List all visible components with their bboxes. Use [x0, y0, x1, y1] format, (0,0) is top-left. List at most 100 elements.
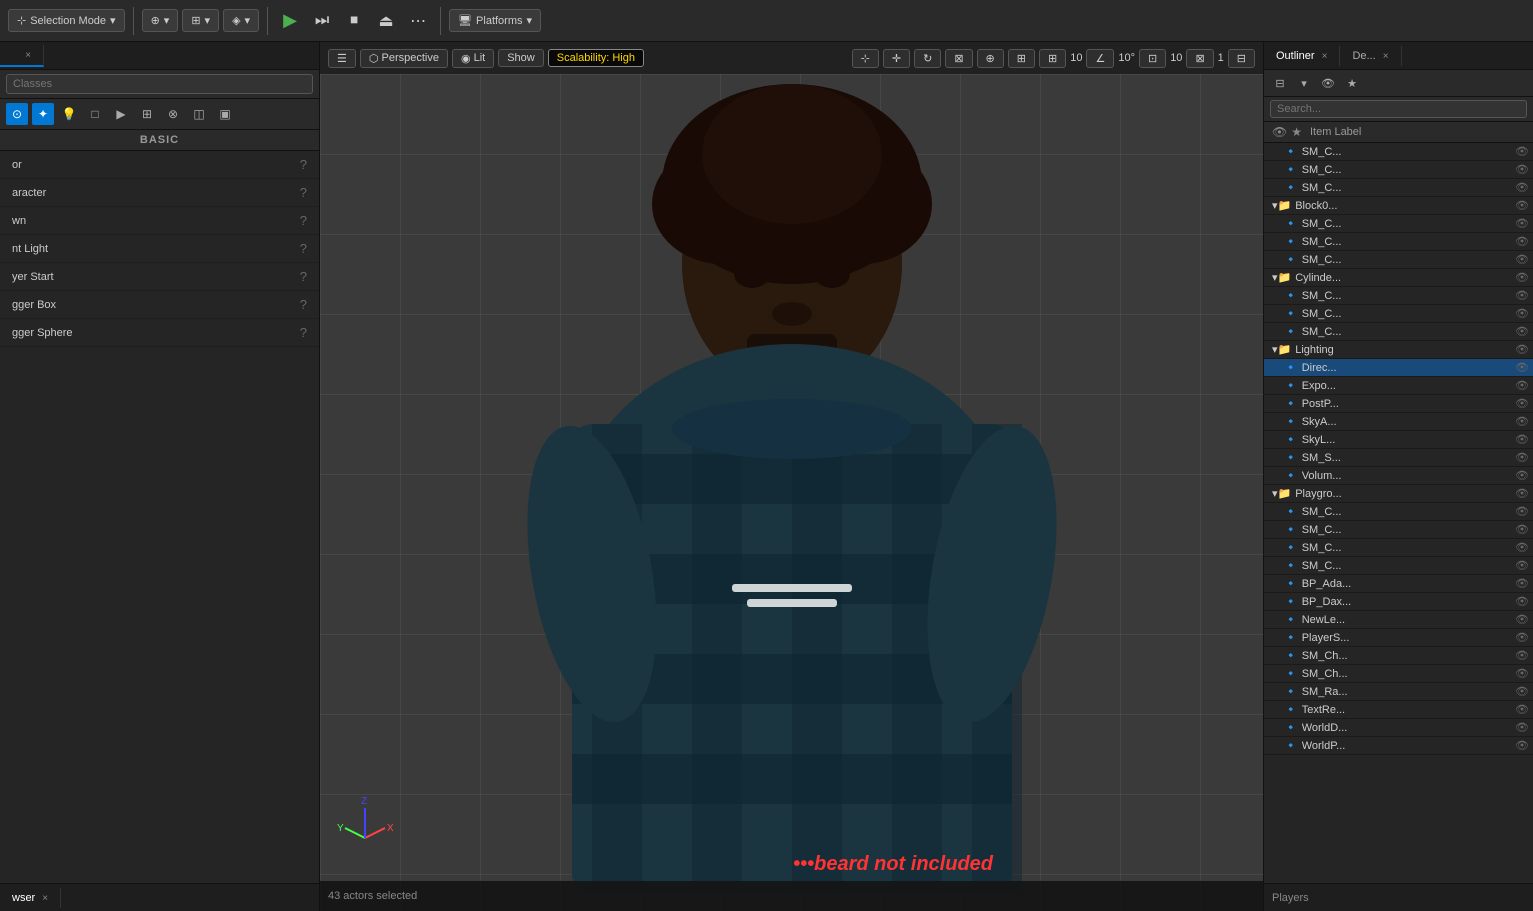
icon-box[interactable]: □ — [84, 103, 106, 125]
platforms-button[interactable]: 🖥 Platforms ▾ — [449, 9, 541, 32]
perspective-button[interactable]: ⬡ Perspective — [360, 49, 448, 68]
outliner-item-out-smch2[interactable]: 🔹 SM_Ch... 👁 — [1264, 665, 1533, 683]
outliner-item-out-bpada[interactable]: 🔹 BP_Ada... 👁 — [1264, 575, 1533, 593]
outliner-item-out-smc3[interactable]: 🔹 SM_C... 👁 — [1264, 179, 1533, 197]
item-type-icon: 🔹 — [1284, 217, 1298, 230]
outliner-item-out-smc8[interactable]: 🔹 SM_C... 👁 — [1264, 305, 1533, 323]
content-item-item-or[interactable]: or ? — [0, 151, 319, 179]
outliner-item-out-lighting[interactable]: ▾📁 Lighting 👁 — [1264, 341, 1533, 359]
outliner-eye-btn[interactable]: 👁 — [1318, 73, 1338, 93]
icon-monitor[interactable]: ▣ — [214, 103, 236, 125]
icon-grid[interactable]: ⊞ — [136, 103, 158, 125]
outliner-tab-close[interactable]: × — [1322, 51, 1328, 62]
eject-button[interactable]: ⏏ — [372, 7, 400, 35]
play-button[interactable]: ▶ — [276, 7, 304, 35]
vp-surface-btn[interactable]: ⊕ — [977, 49, 1004, 68]
outliner-item-out-smc7[interactable]: 🔹 SM_C... 👁 — [1264, 287, 1533, 305]
content-item-item-ntlight[interactable]: nt Light ? — [0, 235, 319, 263]
details-tab[interactable]: De... × — [1340, 46, 1401, 66]
icon-square[interactable]: ◫ — [188, 103, 210, 125]
outliner-item-out-newle[interactable]: 🔹 NewLe... 👁 — [1264, 611, 1533, 629]
outliner-item-out-bpdax[interactable]: 🔹 BP_Dax... 👁 — [1264, 593, 1533, 611]
transform-tool-1[interactable]: ⊕ ▾ — [142, 9, 179, 32]
outliner-item-out-worldd[interactable]: 🔹 WorldD... 👁 — [1264, 719, 1533, 737]
icon-star[interactable]: ✦ — [32, 103, 54, 125]
help-icon[interactable]: ? — [300, 185, 307, 200]
outliner-item-out-vol[interactable]: 🔹 Volum... 👁 — [1264, 467, 1533, 485]
help-icon[interactable]: ? — [300, 213, 307, 228]
selection-mode-button[interactable]: ⊹ Selection Mode ▾ — [8, 9, 125, 32]
content-item-item-wn[interactable]: wn ? — [0, 207, 319, 235]
icon-clock[interactable]: ⊙ — [6, 103, 28, 125]
search-input[interactable] — [6, 74, 313, 94]
outliner-search-input[interactable] — [1270, 100, 1527, 118]
outliner-item-out-direc[interactable]: 🔹 Direc... 👁 — [1264, 359, 1533, 377]
icon-merge[interactable]: ⊗ — [162, 103, 184, 125]
outliner-item-out-smc12[interactable]: 🔹 SM_C... 👁 — [1264, 539, 1533, 557]
icon-light[interactable]: 💡 — [58, 103, 80, 125]
outliner-expand-btn[interactable]: ▾ — [1294, 73, 1314, 93]
icon-play2[interactable]: ▶ — [110, 103, 132, 125]
outliner-item-out-smc5[interactable]: 🔹 SM_C... 👁 — [1264, 233, 1533, 251]
vp-scale-btn[interactable]: ⊠ — [945, 49, 972, 68]
outliner-item-out-smc2[interactable]: 🔹 SM_C... 👁 — [1264, 161, 1533, 179]
outliner-item-out-textre[interactable]: 🔹 TextRe... 👁 — [1264, 701, 1533, 719]
help-icon[interactable]: ? — [300, 269, 307, 284]
outliner-item-out-smc4[interactable]: 🔹 SM_C... 👁 — [1264, 215, 1533, 233]
outliner-filter-btn[interactable]: ⊟ — [1270, 73, 1290, 93]
outliner-item-out-play[interactable]: ▾📁 Playgro... 👁 — [1264, 485, 1533, 503]
outliner-item-out-skyl[interactable]: 🔹 SkyL... 👁 — [1264, 431, 1533, 449]
help-icon[interactable]: ? — [300, 325, 307, 340]
content-item-item-character[interactable]: aracter ? — [0, 179, 319, 207]
outliner-item-out-smc11[interactable]: 🔹 SM_C... 👁 — [1264, 521, 1533, 539]
transform-tool-2[interactable]: ⊞ ▾ — [182, 9, 219, 32]
vp-scale-btn2[interactable]: ⊡ — [1139, 49, 1166, 68]
skip-forward-button[interactable]: ⏭ — [308, 7, 336, 35]
outliner-item-out-players[interactable]: 🔹 PlayerS... 👁 — [1264, 629, 1533, 647]
vp-angle-btn[interactable]: ∠ — [1086, 49, 1114, 68]
help-icon[interactable]: ? — [300, 157, 307, 172]
vp-select-btn[interactable]: ⊹ — [852, 49, 879, 68]
outliner-item-out-postp[interactable]: 🔹 PostP... 👁 — [1264, 395, 1533, 413]
outliner-item-out-skya[interactable]: 🔹 SkyA... 👁 — [1264, 413, 1533, 431]
vp-grid-btn[interactable]: ⊞ — [1039, 49, 1066, 68]
outliner-item-out-smc10[interactable]: 🔹 SM_C... 👁 — [1264, 503, 1533, 521]
help-icon[interactable]: ? — [300, 241, 307, 256]
outliner-item-out-expo[interactable]: 🔹 Expo... 👁 — [1264, 377, 1533, 395]
vp-layout-btn[interactable]: ⊟ — [1228, 49, 1255, 68]
vp-rotate-btn[interactable]: ↻ — [914, 49, 941, 68]
outliner-item-out-smra[interactable]: 🔹 SM_Ra... 👁 — [1264, 683, 1533, 701]
outliner-item-out-block0[interactable]: ▾📁 Block0... 👁 — [1264, 197, 1533, 215]
content-item-item-ggerbox[interactable]: gger Box ? — [0, 291, 319, 319]
content-item-item-yerstart[interactable]: yer Start ? — [0, 263, 319, 291]
content-item-item-ggersphere[interactable]: gger Sphere ? — [0, 319, 319, 347]
outliner-tab[interactable]: Outliner × — [1264, 46, 1340, 66]
bottom-tab-close[interactable]: × — [42, 893, 48, 904]
viewport-hamburger[interactable]: ☰ — [328, 49, 356, 68]
outliner-item-out-smc1[interactable]: 🔹 SM_C... 👁 — [1264, 143, 1533, 161]
item-visibility-icon: 👁 — [1515, 343, 1529, 356]
more-play-button[interactable]: ⋯ — [404, 7, 432, 35]
outliner-star-btn[interactable]: ★ — [1342, 73, 1362, 93]
show-button[interactable]: Show — [498, 49, 544, 67]
help-icon[interactable]: ? — [300, 297, 307, 312]
vp-aspect-btn[interactable]: ⊠ — [1186, 49, 1213, 68]
left-tab-main[interactable]: × — [0, 45, 44, 67]
left-tab-close[interactable]: × — [25, 50, 31, 61]
outliner-item-out-smch1[interactable]: 🔹 SM_Ch... 👁 — [1264, 647, 1533, 665]
outliner-item-out-sms[interactable]: 🔹 SM_S... 👁 — [1264, 449, 1533, 467]
details-tab-close[interactable]: × — [1383, 51, 1389, 62]
lit-button[interactable]: ◉ Lit — [452, 49, 494, 68]
outliner-item-out-smc13[interactable]: 🔹 SM_C... 👁 — [1264, 557, 1533, 575]
outliner-item-out-cyl[interactable]: ▾📁 Cylinde... 👁 — [1264, 269, 1533, 287]
vp-camera-btn[interactable]: ⊞ — [1008, 49, 1035, 68]
transform-tool-3[interactable]: ◈ ▾ — [223, 9, 259, 32]
outliner-item-out-smc9[interactable]: 🔹 SM_C... 👁 — [1264, 323, 1533, 341]
outliner-item-out-worldp[interactable]: 🔹 WorldP... 👁 — [1264, 737, 1533, 755]
stop-button[interactable]: ⏹ — [340, 7, 368, 35]
show-label: Show — [507, 52, 535, 64]
vp-translate-btn[interactable]: ✛ — [883, 49, 910, 68]
bottom-tab-browser[interactable]: wser × — [0, 888, 61, 908]
center-viewport[interactable]: ☰ ⬡ Perspective ◉ Lit Show Scalability: … — [320, 42, 1263, 911]
outliner-item-out-smc6[interactable]: 🔹 SM_C... 👁 — [1264, 251, 1533, 269]
